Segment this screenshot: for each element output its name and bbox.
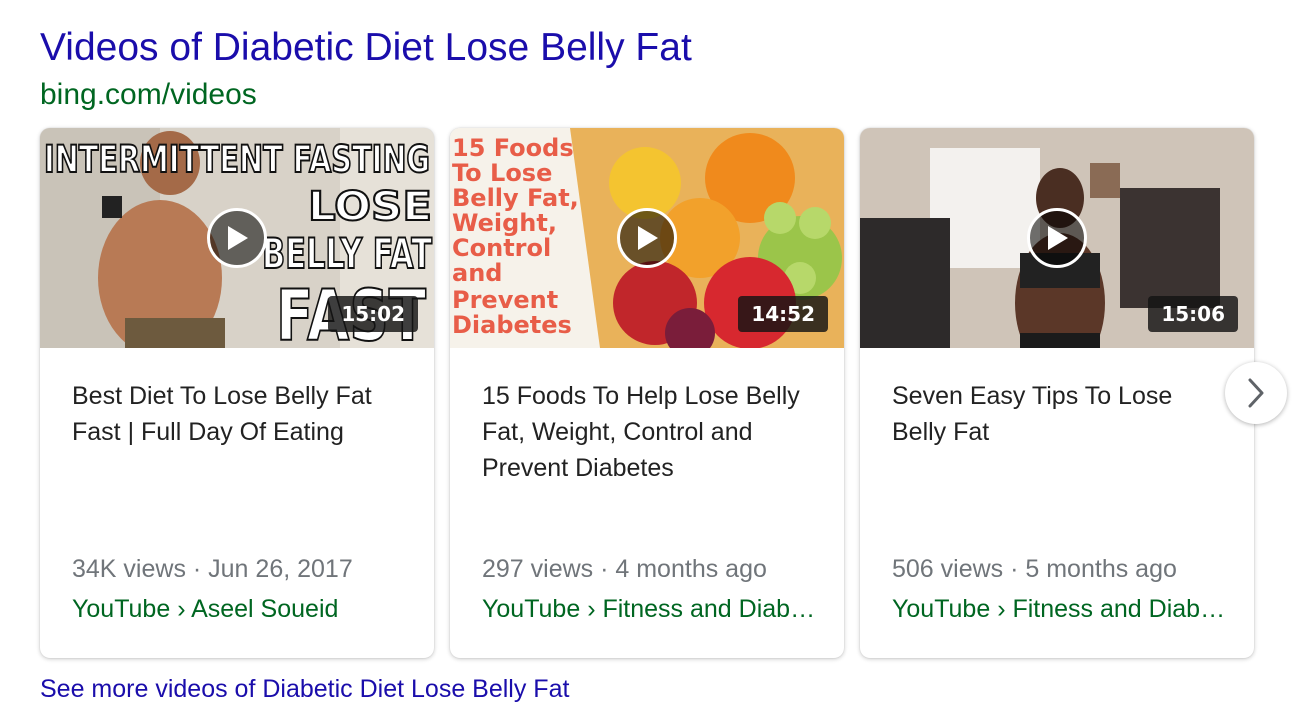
thumb-line: Belly Fat, (452, 184, 579, 212)
play-button[interactable] (617, 208, 677, 268)
video-card[interactable]: INTERMITTENT FASTING LOSE BELLY FAT FAST… (40, 128, 434, 658)
video-results-section: Videos of Diabetic Diet Lose Belly Fat b… (0, 0, 1296, 724)
thumb-line: Diabetes (452, 311, 572, 339)
video-thumbnail[interactable]: 15 Foods To Lose Belly Fat, Weight, Cont… (450, 128, 844, 348)
thumb-line: Weight, (452, 209, 557, 237)
video-thumbnail[interactable]: INTERMITTENT FASTING LOSE BELLY FAT FAST… (40, 128, 434, 348)
see-more-videos-link[interactable]: See more videos of Diabetic Diet Lose Be… (40, 672, 569, 706)
video-channel: YouTube › Fitness and Diabetes (482, 595, 822, 623)
thumb-line: To Lose (452, 159, 552, 187)
duration-badge: 15:06 (1148, 296, 1238, 332)
video-meta: 34K views · Jun 26, 2017 (72, 555, 353, 583)
thumb-line: LOSE (308, 184, 432, 230)
play-button[interactable] (207, 208, 267, 268)
thumb-line: Prevent (452, 286, 558, 314)
video-carousel: INTERMITTENT FASTING LOSE BELLY FAT FAST… (40, 128, 1260, 658)
thumb-line: INTERMITTENT FASTING (44, 138, 430, 181)
video-meta: 297 views · 4 months ago (482, 555, 767, 583)
section-title-link[interactable]: Videos of Diabetic Diet Lose Belly Fat (40, 24, 692, 72)
video-title[interactable]: 15 Foods To Help Lose Belly Fat, Weight,… (482, 378, 817, 486)
play-icon (638, 226, 658, 250)
video-channel: YouTube › Fitness and Diabetes (892, 595, 1232, 623)
video-meta: 506 views · 5 months ago (892, 555, 1177, 583)
thumb-line: BELLY FAT (262, 229, 432, 278)
video-title[interactable]: Best Diet To Lose Belly Fat Fast | Full … (72, 378, 407, 450)
video-title[interactable]: Seven Easy Tips To Lose Belly Fat (892, 378, 1227, 450)
video-thumbnail[interactable]: 15:06 (860, 128, 1254, 348)
carousel-next-button[interactable] (1225, 362, 1287, 424)
thumb-line: 15 Foods (452, 134, 574, 162)
duration-badge: 15:02 (328, 296, 418, 332)
source-url: bing.com/videos (40, 78, 257, 111)
video-card[interactable]: 15:06 Seven Easy Tips To Lose Belly Fat … (860, 128, 1254, 658)
thumb-line: Control (452, 234, 551, 262)
duration-badge: 14:52 (738, 296, 828, 332)
thumb-line: and (452, 259, 502, 287)
play-icon (228, 226, 248, 250)
chevron-right-icon (1248, 378, 1264, 408)
video-card[interactable]: 15 Foods To Lose Belly Fat, Weight, Cont… (450, 128, 844, 658)
video-channel: YouTube › Aseel Soueid (72, 595, 339, 623)
play-button[interactable] (1027, 208, 1087, 268)
play-icon (1048, 226, 1068, 250)
